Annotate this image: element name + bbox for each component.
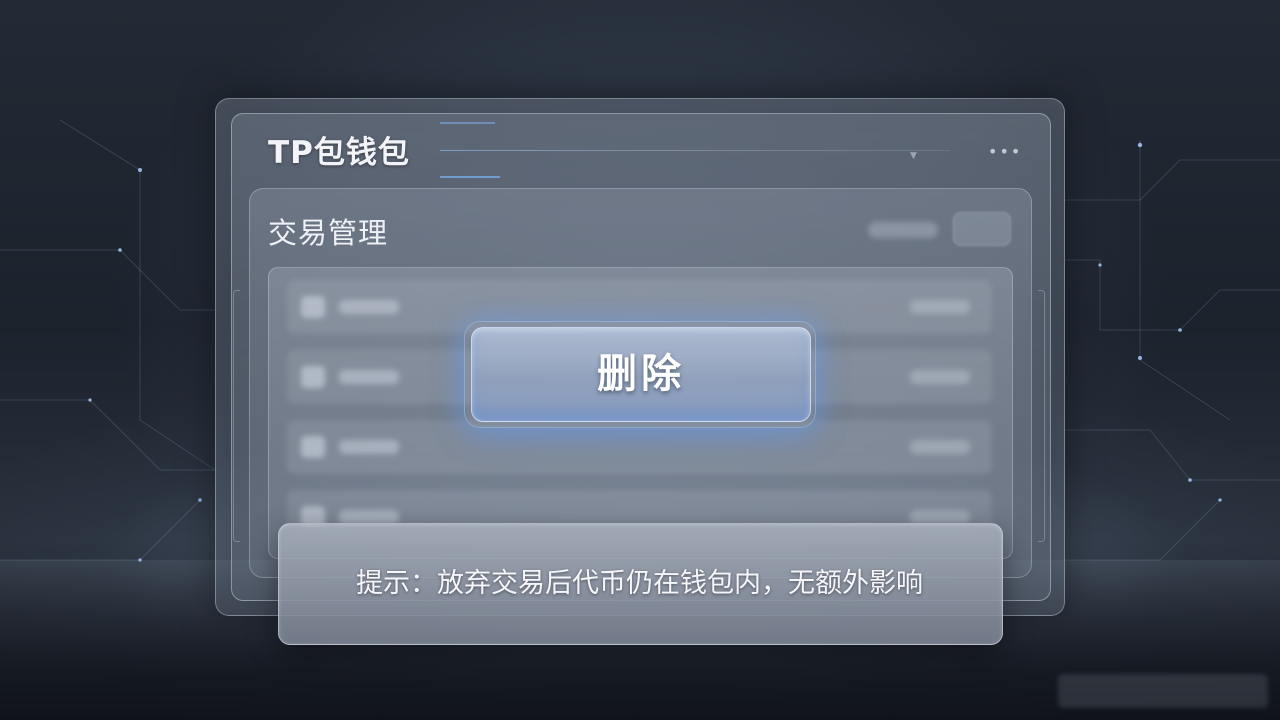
- blurred-row-value: [910, 300, 970, 314]
- header-accent-line-bottom: [440, 176, 500, 178]
- wallet-title: TP包钱包: [268, 135, 410, 171]
- blurred-row-label: [339, 300, 399, 314]
- blurred-status-chip: [868, 222, 938, 238]
- blurred-row-value: [910, 440, 970, 454]
- blurred-row-label: [339, 440, 399, 454]
- tip-text: 提示：放弃交易后代币仍在钱包内，无额外影响: [356, 568, 923, 599]
- blurred-row-value: [910, 370, 970, 384]
- token-icon: [301, 366, 325, 388]
- token-icon: [301, 296, 325, 318]
- header-accent-line-top: [440, 122, 495, 124]
- blurred-row-label: [339, 370, 399, 384]
- blurred-action-button[interactable]: [953, 212, 1011, 246]
- chevron-down-icon: ▼: [910, 151, 917, 161]
- delete-button[interactable]: 删除: [471, 327, 811, 422]
- watermark: [1058, 674, 1268, 708]
- frame-side-rail-left: [233, 290, 240, 542]
- section-title: 交易管理: [268, 216, 389, 250]
- list-item[interactable]: [287, 420, 992, 474]
- blurred-row-label: [339, 510, 399, 524]
- more-horizontal-icon[interactable]: •••: [988, 142, 1020, 162]
- blurred-row-value: [910, 510, 970, 524]
- token-icon: [301, 436, 325, 458]
- frame-side-rail-right: [1038, 290, 1045, 542]
- scene-background: TP包钱包 ▼ ••• 交易管理 删除 提示：放弃交易后代币仍在钱包内，无额外影…: [0, 0, 1280, 720]
- header-divider: [440, 150, 950, 151]
